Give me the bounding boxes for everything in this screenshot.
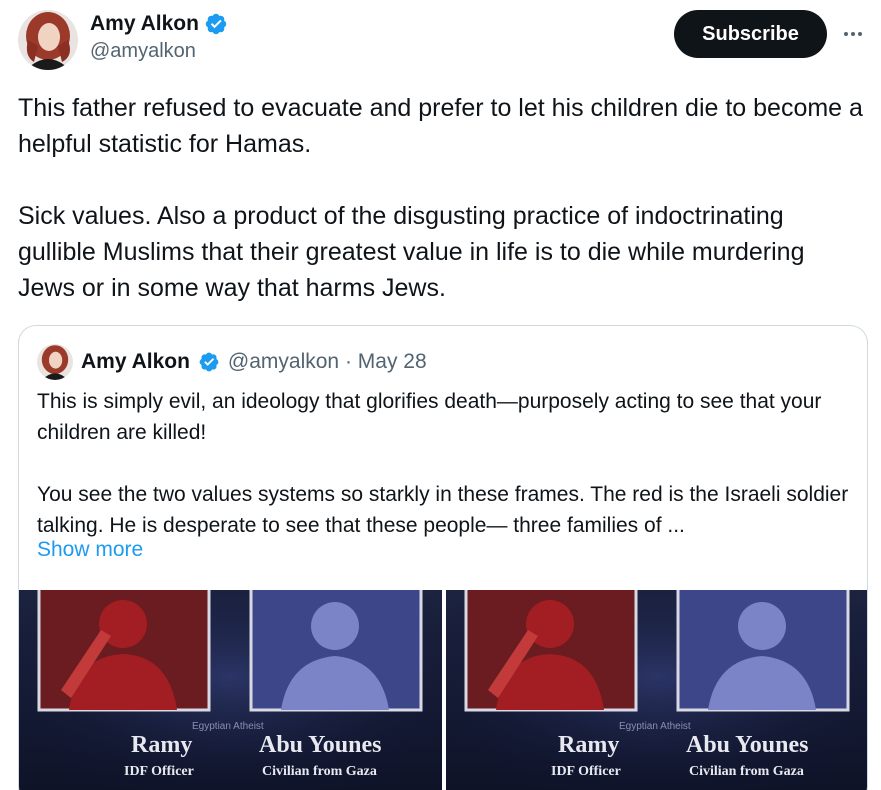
verified-badge-icon (198, 351, 220, 373)
watermark-text: Egyptian Atheist (619, 721, 691, 732)
left-caption-name: Ramy (131, 732, 193, 758)
media-grid: Egyptian Atheist Ramy IDF Officer Abu Yo… (19, 590, 867, 790)
quoted-tweet[interactable]: Amy Alkon @amyalkon · May 28 This is sim… (18, 325, 868, 790)
ellipsis-icon[interactable] (839, 20, 867, 48)
verified-badge-icon[interactable] (204, 12, 228, 36)
right-caption-name: Abu Younes (686, 732, 809, 758)
quoted-tweet-text: This is simply evil, an ideology that gl… (37, 390, 849, 537)
quoted-author-display-name: Amy Alkon (81, 350, 190, 373)
author-info: Amy Alkon @amyalkon (90, 12, 228, 63)
subscribe-button[interactable]: Subscribe (674, 10, 827, 58)
media-image[interactable]: Egyptian Atheist Ramy IDF Officer Abu Yo… (19, 590, 442, 790)
quoted-tweet-meta: @amyalkon · May 28 (227, 350, 427, 373)
media-image[interactable]: Egyptian Atheist Ramy IDF Officer Abu Yo… (446, 590, 867, 790)
right-caption-role: Civilian from Gaza (262, 764, 377, 779)
right-caption-name: Abu Younes (259, 732, 382, 758)
watermark-text: Egyptian Atheist (192, 721, 264, 732)
author-avatar[interactable] (18, 10, 78, 70)
tweet-header: Amy Alkon @amyalkon Subscribe (18, 8, 867, 72)
show-more-link[interactable]: Show more (37, 538, 143, 562)
author-handle[interactable]: @amyalkon (90, 40, 228, 63)
left-caption-role: IDF Officer (124, 764, 194, 779)
quoted-author-avatar (37, 344, 73, 380)
left-caption-role: IDF Officer (551, 764, 621, 779)
left-caption-name: Ramy (558, 732, 620, 758)
quoted-tweet-header: Amy Alkon @amyalkon · May 28 (37, 344, 427, 380)
author-display-name[interactable]: Amy Alkon (90, 12, 199, 36)
tweet-text: This father refused to evacuate and pref… (18, 94, 863, 302)
right-caption-role: Civilian from Gaza (689, 764, 804, 779)
